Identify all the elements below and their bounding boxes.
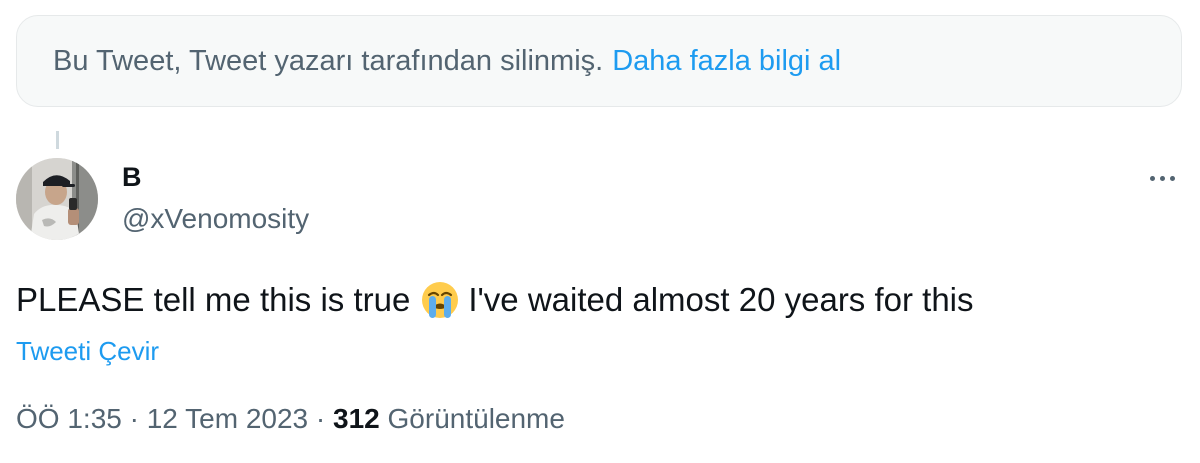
- tweet-time[interactable]: ÖÖ 1:35: [16, 403, 122, 434]
- thread-connector-line: [56, 131, 59, 149]
- more-dot-icon: [1159, 175, 1165, 181]
- meta-separator: ·: [315, 403, 326, 434]
- tweet-meta: ÖÖ 1:35 · 12 Tem 2023 · 312 Görüntülenme: [16, 403, 565, 435]
- author-handle[interactable]: @xVenomosity: [122, 203, 309, 235]
- learn-more-link[interactable]: Daha fazla bilgi al: [612, 45, 841, 78]
- tweet-text-part-2: I've waited almost 20 years for this: [468, 281, 974, 318]
- avatar-photo: [16, 158, 98, 240]
- tweet-detail: Bu Tweet, Tweet yazarı tarafından silinm…: [0, 0, 1200, 463]
- more-options-button[interactable]: [1140, 166, 1184, 190]
- meta-separator: ·: [129, 403, 139, 434]
- tweet-date[interactable]: 12 Tem 2023: [147, 403, 308, 434]
- tweet-text-part-1: PLEASE tell me this is true: [16, 281, 411, 318]
- author-display-name[interactable]: B: [122, 162, 142, 193]
- more-dot-icon: [1169, 175, 1175, 181]
- views-label: Görüntülenme: [387, 403, 565, 434]
- avatar[interactable]: [16, 158, 98, 240]
- views-count: 312: [333, 403, 380, 434]
- loudly-crying-face-icon: [420, 280, 460, 320]
- translate-tweet-link[interactable]: Tweeti Çevir: [16, 336, 159, 367]
- more-dot-icon: [1149, 175, 1155, 181]
- deleted-notice-text: Bu Tweet, Tweet yazarı tarafından silinm…: [53, 44, 604, 77]
- deleted-tweet-notice: Bu Tweet, Tweet yazarı tarafından silinm…: [16, 15, 1182, 107]
- tweet-text: PLEASE tell me this is true I've waited …: [16, 280, 974, 320]
